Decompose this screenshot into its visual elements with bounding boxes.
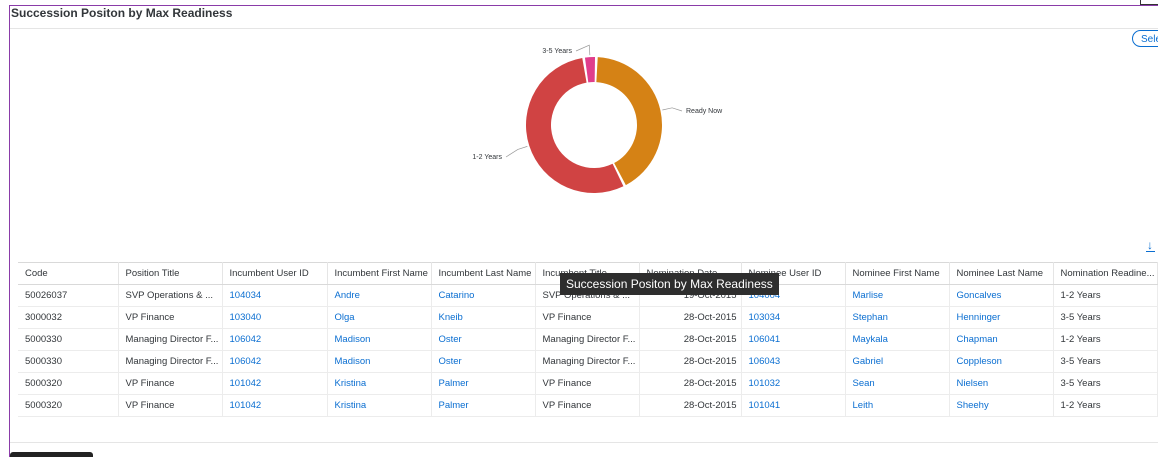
table-cell: Managing Director F... xyxy=(535,328,640,351)
table-cell-link[interactable]: Chapman xyxy=(949,328,1054,351)
table-cell: Managing Director F... xyxy=(118,350,223,373)
table-cell-link[interactable]: Maykala xyxy=(845,328,950,351)
donut-slices xyxy=(525,56,663,193)
table-cell: 1-2 Years xyxy=(1053,394,1158,417)
table-cell-link[interactable]: Kneib xyxy=(431,306,536,329)
table-cell-link[interactable]: Henninger xyxy=(949,306,1054,329)
table-cell: VP Finance xyxy=(118,372,223,395)
table-cell-link[interactable]: 101041 xyxy=(741,394,846,417)
chart-tooltip: Succession Positon by Max Readiness xyxy=(560,273,779,295)
table-cell: VP Finance xyxy=(535,372,640,395)
table-cell-link[interactable]: 103034 xyxy=(741,306,846,329)
table-cell-link[interactable]: Marlise xyxy=(845,284,950,307)
table-cell-link[interactable]: Goncalves xyxy=(949,284,1054,307)
table-cell-link[interactable]: Stephan xyxy=(845,306,950,329)
table-cell: 5000330 xyxy=(18,350,119,373)
table-cell-link[interactable]: 103040 xyxy=(222,306,328,329)
table-cell-link[interactable]: 101042 xyxy=(222,394,328,417)
bottom-tab[interactable] xyxy=(10,452,93,457)
table-cell-link[interactable]: Gabriel xyxy=(845,350,950,373)
table-cell-link[interactable]: Andre xyxy=(327,284,432,307)
leader-line xyxy=(575,44,591,56)
table-cell-link[interactable]: Palmer xyxy=(431,394,536,417)
table-cell-link[interactable]: 101042 xyxy=(222,372,328,395)
table-cell: 5000320 xyxy=(18,372,119,395)
column-header[interactable]: Incumbent User ID xyxy=(222,262,328,285)
column-header[interactable]: Nominee Last Name xyxy=(949,262,1054,285)
table-cell: SVP Operations & ... xyxy=(118,284,223,307)
leader-line xyxy=(662,107,683,112)
table-row[interactable]: 5000330 Managing Director F... 106042 Madis… xyxy=(18,350,1158,373)
table-cell-link[interactable]: 106042 xyxy=(222,350,328,373)
download-icon[interactable]: ↓ xyxy=(1146,238,1155,252)
table-cell-link[interactable]: 106042 xyxy=(222,328,328,351)
table-cell: VP Finance xyxy=(535,394,640,417)
table-row[interactable]: 5000320 VP Finance 101042 Kristina Palmer VP … xyxy=(18,394,1158,417)
table-cell-link[interactable]: Madison xyxy=(327,328,432,351)
column-header[interactable]: Nominee First Name xyxy=(845,262,950,285)
table-cell: 5000330 xyxy=(18,328,119,351)
column-header[interactable]: Nomination Readine... xyxy=(1053,262,1158,285)
table-cell-link[interactable]: Madison xyxy=(327,350,432,373)
table-cell: 28-Oct-2015 xyxy=(639,372,742,395)
table-cell-link[interactable]: 104034 xyxy=(222,284,328,307)
table-cell: VP Finance xyxy=(118,306,223,329)
column-header[interactable]: Incumbent Last Name xyxy=(431,262,536,285)
table-cell: 50026037 xyxy=(18,284,119,307)
table-cell: 3-5 Years xyxy=(1053,350,1158,373)
table-cell: 1-2 Years xyxy=(1053,328,1158,351)
table-row[interactable]: 5000320 VP Finance 101042 Kristina Palmer VP … xyxy=(18,372,1158,395)
table-cell-link[interactable]: Catarino xyxy=(431,284,536,307)
table-cell-link[interactable]: Leith xyxy=(845,394,950,417)
table-cell-link[interactable]: Coppleson xyxy=(949,350,1054,373)
table-cell: 5000320 xyxy=(18,394,119,417)
table-row[interactable]: 5000330 Managing Director F... 106042 Madis… xyxy=(18,328,1158,351)
column-header[interactable]: Code xyxy=(18,262,119,285)
table-cell: 3-5 Years xyxy=(1053,306,1158,329)
table-cell: VP Finance xyxy=(118,394,223,417)
table-cell: 3-5 Years xyxy=(1053,372,1158,395)
donut-label: 1-2 Years xyxy=(472,154,502,161)
readiness-donut-chart: Ready Now 1-2 Years 3-5 Years xyxy=(472,44,723,193)
table-cell-link[interactable]: Kristina xyxy=(327,372,432,395)
bottom-divider xyxy=(10,442,1158,443)
table-cell: 3000032 xyxy=(18,306,119,329)
table-cell: 28-Oct-2015 xyxy=(639,394,742,417)
leader-line xyxy=(505,146,528,158)
table-cell-link[interactable]: Oster xyxy=(431,328,536,351)
donut-slice-3-5-years[interactable] xyxy=(584,56,596,83)
table-cell-link[interactable]: 106041 xyxy=(741,328,846,351)
table-cell-link[interactable]: Nielsen xyxy=(949,372,1054,395)
table-cell-link[interactable]: 101032 xyxy=(741,372,846,395)
table-cell: 28-Oct-2015 xyxy=(639,350,742,373)
table-cell: 28-Oct-2015 xyxy=(639,306,742,329)
table-cell-link[interactable]: Oster xyxy=(431,350,536,373)
donut-slice-ready-now[interactable] xyxy=(596,57,663,186)
table-cell-link[interactable]: 106043 xyxy=(741,350,846,373)
table-cell-link[interactable]: Sean xyxy=(845,372,950,395)
table-cell-link[interactable]: Kristina xyxy=(327,394,432,417)
column-header[interactable]: Incumbent First Name xyxy=(327,262,432,285)
table-cell: 28-Oct-2015 xyxy=(639,328,742,351)
table-cell: Managing Director F... xyxy=(535,350,640,373)
table-cell: 1-2 Years xyxy=(1053,284,1158,307)
table-cell-link[interactable]: Olga xyxy=(327,306,432,329)
column-header[interactable]: Position Title xyxy=(118,262,223,285)
table-cell-link[interactable]: Palmer xyxy=(431,372,536,395)
table-cell: VP Finance xyxy=(535,306,640,329)
table-row[interactable]: 3000032 VP Finance 103040 Olga Kneib VP Finan… xyxy=(18,306,1158,329)
table-cell-link[interactable]: Sheehy xyxy=(949,394,1054,417)
donut-label: Ready Now xyxy=(686,108,723,115)
donut-label: 3-5 Years xyxy=(542,48,572,55)
table-cell: Managing Director F... xyxy=(118,328,223,351)
